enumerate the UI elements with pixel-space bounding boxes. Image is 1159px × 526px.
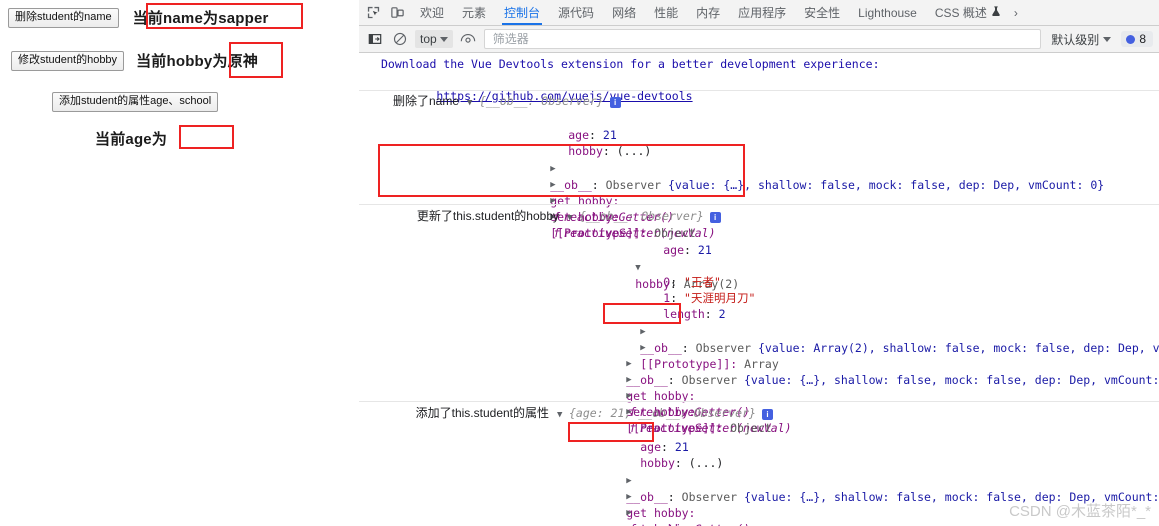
tab-memory[interactable]: 内存 xyxy=(687,0,729,25)
tab-label: 控制台 xyxy=(504,6,541,20)
console-sidebar-icon[interactable] xyxy=(365,30,384,49)
object-preview: {__ob__: Observer} xyxy=(579,209,704,223)
annotation-box-age xyxy=(179,125,234,149)
annotation-box-age-prop xyxy=(568,422,654,442)
page-row-hobby: 修改student的hobby 当前hobby为原神 xyxy=(11,50,258,71)
expand-triangle-icon[interactable]: ▶ xyxy=(640,340,649,356)
log-level-value: 默认级别 xyxy=(1051,32,1100,47)
expand-triangle-icon[interactable]: ▶ xyxy=(626,521,635,526)
tab-label: 网络 xyxy=(612,6,637,20)
tab-label: CSS 概述 xyxy=(934,6,987,20)
devtools-tabbar: 欢迎 元素 控制台 源代码 网络 性能 内存 应用程序 安全性 Lighthou… xyxy=(359,0,1159,26)
tab-sources[interactable]: 源代码 xyxy=(549,0,603,25)
chevron-down-icon xyxy=(1103,36,1112,42)
device-toolbar-icon[interactable] xyxy=(389,4,406,21)
annotation-box-hobby xyxy=(229,42,283,78)
prop-val-age: 21 xyxy=(602,128,617,142)
tab-elements[interactable]: 元素 xyxy=(453,0,495,25)
tab-performance[interactable]: 性能 xyxy=(645,0,687,25)
prototype-key: [[Prototype]]: xyxy=(640,357,738,371)
prop-val-age: 21 xyxy=(697,243,712,257)
expand-triangle-icon[interactable]: ▼ xyxy=(467,95,476,111)
console-filter-toolbar: top 默认级别 8 xyxy=(359,26,1159,53)
current-age-text: 当前age为 xyxy=(95,131,168,148)
more-tabs-icon[interactable]: › xyxy=(1010,0,1022,25)
inspect-element-icon[interactable] xyxy=(365,4,382,21)
screenshot-root: 删除student的name 当前name为sapper 修改student的h… xyxy=(0,0,1159,526)
watermark: CSDN @木蓝茶陌*_* xyxy=(1009,503,1151,520)
execution-context-select[interactable]: top xyxy=(415,30,453,48)
group-title: 更新了this.student的hobby xyxy=(416,209,559,223)
tab-label: 内存 xyxy=(696,6,721,20)
issues-badge[interactable]: 8 xyxy=(1121,31,1153,47)
class-observer: Observer xyxy=(681,490,738,504)
modify-hobby-button[interactable]: 修改student的hobby xyxy=(11,50,125,71)
prop-key-age: age xyxy=(640,440,662,454)
annotation-box-group1 xyxy=(378,144,745,197)
tab-security[interactable]: 安全性 xyxy=(795,0,849,25)
class-observer: Observer xyxy=(681,373,738,387)
devtools-tool-icons xyxy=(359,0,411,25)
console-filter-input[interactable] xyxy=(490,31,1035,47)
devtools-panel: 欢迎 元素 控制台 源代码 网络 性能 内存 应用程序 安全性 Lighthou… xyxy=(359,0,1159,526)
prop-val-hobby-collapsed[interactable]: (...) xyxy=(689,456,724,470)
array-length-val: 2 xyxy=(718,307,726,321)
tab-console[interactable]: 控制台 xyxy=(495,0,549,25)
console-group-add-property: 添加了this.student的属性 ▼ {age: 21, __ob__: O… xyxy=(359,405,1159,526)
tab-network[interactable]: 网络 xyxy=(603,0,645,25)
info-icon[interactable]: i xyxy=(709,212,721,223)
expand-triangle-icon[interactable]: ▼ xyxy=(567,210,576,226)
clear-console-icon[interactable] xyxy=(390,30,409,49)
chevron-down-icon xyxy=(439,36,448,42)
object-preview: {age: 21, __ob__: Observer} xyxy=(569,406,756,420)
vue-devtools-banner-text: Download the Vue Devtools extension for … xyxy=(381,57,880,71)
setter-hobby-key: set hobby: xyxy=(626,522,695,526)
issues-count: 8 xyxy=(1139,32,1146,46)
console-output[interactable]: Download the Vue Devtools extension for … xyxy=(359,53,1159,526)
tab-label: Lighthouse xyxy=(858,5,917,20)
log-level-select[interactable]: 默认级别 xyxy=(1047,29,1115,50)
info-icon[interactable]: i xyxy=(761,409,773,420)
expand-triangle-icon[interactable]: ▼ xyxy=(557,407,566,423)
live-expression-icon[interactable] xyxy=(459,30,478,49)
object-preview: {__ob__: Observer} xyxy=(479,94,604,108)
observer-detail: {value: {…}, shallow: false, mock: false… xyxy=(743,490,1159,504)
tab-lighthouse[interactable]: Lighthouse xyxy=(849,0,926,25)
array-value-0: "王者" xyxy=(684,275,721,289)
tab-application[interactable]: 应用程序 xyxy=(729,0,795,25)
console-filter-input-wrap[interactable] xyxy=(483,29,1042,49)
tab-label: 欢迎 xyxy=(420,6,445,20)
tab-label: 性能 xyxy=(654,6,679,20)
prop-key-hobby: hobby xyxy=(640,456,675,470)
array-value-1: "天涯明月刀" xyxy=(684,291,756,305)
getter-hobby-key: get hobby: xyxy=(626,506,696,520)
page-row-add-prop: 添加student的属性age、school xyxy=(52,92,219,112)
group-title: 添加了this.student的属性 xyxy=(415,406,549,420)
add-properties-button[interactable]: 添加student的属性age、school xyxy=(52,92,219,112)
class-observer: Observer xyxy=(695,341,752,355)
prop-val-age: 21 xyxy=(674,440,689,454)
observer-detail-array: {value: Array(2), shallow: false, mock: … xyxy=(757,341,1159,355)
delete-name-button[interactable]: 删除student的name xyxy=(8,7,119,28)
observer-detail: {value: {…}, shallow: false, mock: false… xyxy=(743,373,1159,387)
tab-label: 元素 xyxy=(462,6,487,20)
annotation-box-array-item xyxy=(603,303,681,324)
prototype-val-array: Array xyxy=(744,357,779,371)
tab-label: 源代码 xyxy=(558,6,595,20)
prop-key-age: age xyxy=(663,243,685,257)
tab-label: 应用程序 xyxy=(738,6,787,20)
info-icon[interactable]: i xyxy=(609,97,621,108)
issue-dot-icon xyxy=(1126,34,1136,44)
annotation-box-name xyxy=(146,3,303,29)
prop-key-age: age xyxy=(568,128,590,142)
tab-label: 安全性 xyxy=(804,6,841,20)
web-page-pane: 删除student的name 当前name为sapper 修改student的h… xyxy=(0,0,360,526)
console-group-update-hobby: 更新了this.student的hobby ▼ {__ob__: Observe… xyxy=(359,208,1159,435)
execution-context-value: top xyxy=(420,32,437,46)
group-title: 删除了name xyxy=(392,94,459,108)
tab-css-overview[interactable]: CSS 概述 xyxy=(926,0,1010,25)
experimental-flask-icon xyxy=(991,5,1001,20)
tab-welcome[interactable]: 欢迎 xyxy=(411,0,453,25)
